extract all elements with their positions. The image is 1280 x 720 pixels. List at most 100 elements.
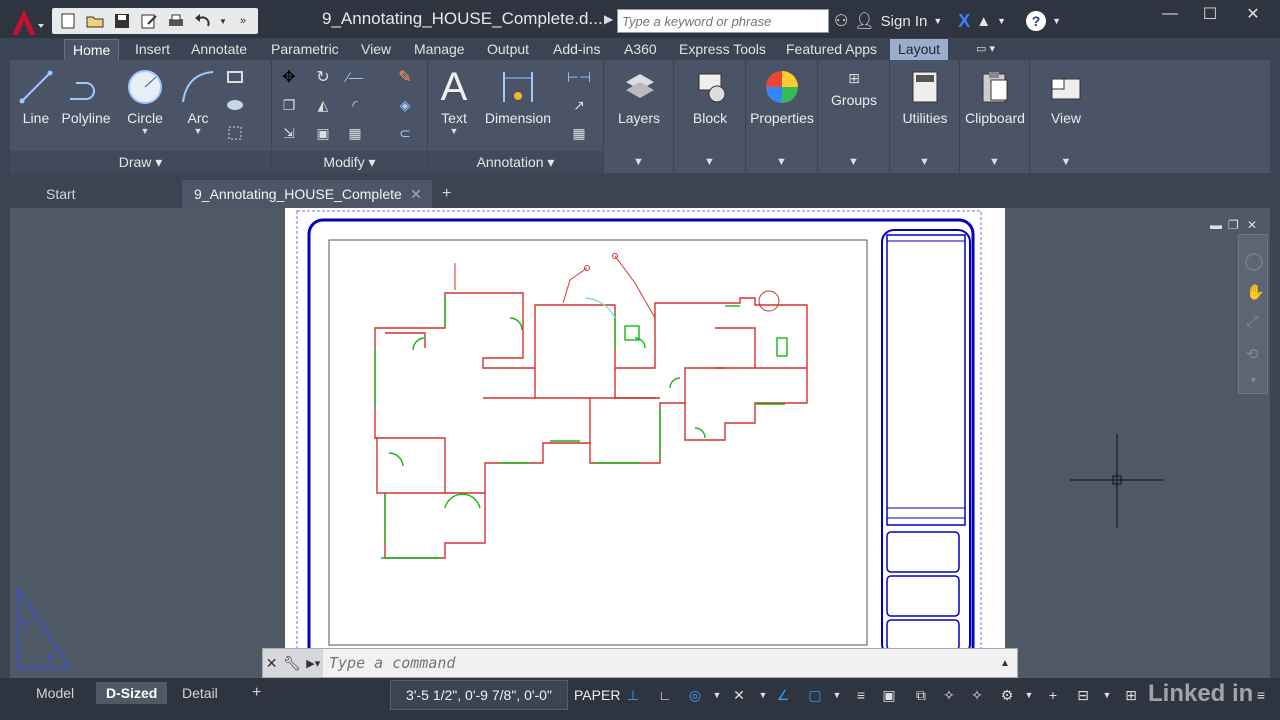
help-dropdown-icon[interactable]: ▼ <box>1052 16 1061 26</box>
close-tab-icon[interactable]: ✕ <box>410 180 422 208</box>
drawing-tab[interactable]: 9_Annotating_HOUSE_Complete ✕ <box>182 180 432 208</box>
ribbon-minimize-icon[interactable]: ▭ ▾ <box>968 39 1003 60</box>
object-snap-icon[interactable]: ▢ <box>804 684 826 706</box>
tab-view[interactable]: View <box>353 39 399 60</box>
a360-icon[interactable]: ▲ <box>976 13 991 30</box>
sign-in-dropdown-icon[interactable]: ▼ <box>933 16 942 26</box>
scale-icon[interactable]: ▣ <box>312 122 334 144</box>
modify-panel-title[interactable]: Modify ▾ <box>272 151 427 173</box>
rotate-icon[interactable]: ↻ <box>312 66 334 88</box>
tab-featured-apps[interactable]: Featured Apps <box>778 39 885 60</box>
osnap-dropdown-icon[interactable]: ▼ <box>826 684 848 706</box>
view-panel[interactable]: View ▼ <box>1032 60 1100 173</box>
workspace-gear-icon[interactable]: ⚙ <box>996 684 1018 706</box>
sign-in-link[interactable]: Sign In <box>881 13 928 30</box>
zoom-extents-icon[interactable]: ⤢ <box>1246 313 1258 330</box>
navbar-dropdown-icon[interactable]: ▼ <box>1249 375 1258 385</box>
cursor-coordinates[interactable]: 3'-5 1/2", 0'-9 7/8", 0'-0" <box>390 680 568 710</box>
isometric-drafting-icon[interactable]: ✕ <box>728 684 750 706</box>
polyline-button[interactable]: Polyline <box>58 64 114 126</box>
circle-dropdown-icon[interactable]: ▼ <box>120 126 170 136</box>
polar-tracking-icon[interactable]: ◎ <box>684 684 706 706</box>
recent-commands-icon[interactable]: ▶▾ <box>306 657 320 670</box>
units-icon[interactable]: ⊟ <box>1072 684 1094 706</box>
view-expand-icon[interactable]: ▼ <box>1032 151 1100 173</box>
viewport-restore-icon[interactable]: ❐ <box>1228 218 1239 232</box>
properties-panel[interactable]: Properties ▼ <box>746 60 818 173</box>
polar-dropdown-icon[interactable]: ▼ <box>706 684 728 706</box>
arc-button[interactable]: Arc ▼ <box>176 64 220 136</box>
maximize-button[interactable]: ☐ <box>1190 0 1230 28</box>
draw-panel-title[interactable]: Draw ▾ <box>10 151 271 173</box>
tab-insert[interactable]: Insert <box>127 39 178 60</box>
properties-expand-icon[interactable]: ▼ <box>746 151 817 173</box>
add-layout-plus-icon[interactable]: + <box>242 682 271 704</box>
linear-dimension-icon[interactable]: ⊢⊣ <box>567 66 591 88</box>
title-expand-icon[interactable]: ▶ <box>604 12 613 26</box>
text-button[interactable]: A Text ▼ <box>434 64 474 137</box>
copy-icon[interactable]: ❐ <box>278 94 300 116</box>
tab-parametric[interactable]: Parametric <box>263 39 347 60</box>
offset-icon[interactable]: ⊂ <box>394 122 416 144</box>
undo-dropdown-icon[interactable]: ▼ <box>218 10 228 32</box>
new-file-icon[interactable] <box>56 10 80 32</box>
annotation-visibility-icon[interactable]: ✧ <box>938 684 960 706</box>
groups-expand-icon[interactable]: ▼ <box>818 151 889 173</box>
save-icon[interactable] <box>110 10 134 32</box>
clipboard-expand-icon[interactable]: ▼ <box>960 151 1029 173</box>
save-as-icon[interactable] <box>137 10 161 32</box>
circle-button[interactable]: Circle ▼ <box>120 64 170 136</box>
close-window-button[interactable]: ✕ <box>1226 0 1280 28</box>
lineweight-icon[interactable]: ≡ <box>850 684 872 706</box>
quick-properties-icon[interactable]: ⊞ <box>1120 684 1142 706</box>
transparency-icon[interactable]: ▣ <box>878 684 900 706</box>
tab-layout[interactable]: Layout <box>890 39 949 60</box>
plot-printer-icon[interactable] <box>164 10 188 32</box>
tab-manage[interactable]: Manage <box>406 39 473 60</box>
object-snap-tracking-icon[interactable]: ∠ <box>772 684 794 706</box>
workspace-dropdown-icon[interactable]: ▼ <box>1018 684 1040 706</box>
viewport-close-icon[interactable]: ✕ <box>1247 218 1257 232</box>
hatch-icon[interactable] <box>224 94 246 116</box>
utilities-panel[interactable]: Utilities ▼ <box>890 60 960 173</box>
help-icon[interactable]: ? <box>1026 11 1047 31</box>
customize-status-menu-icon[interactable]: ≡ <box>1250 684 1272 706</box>
leader-icon[interactable]: ↗ <box>568 94 590 116</box>
trim-icon[interactable]: ⁄— <box>344 66 366 88</box>
command-input[interactable] <box>323 654 993 672</box>
rectangle-icon[interactable] <box>224 66 246 88</box>
help-search-box[interactable] <box>617 9 829 33</box>
new-tab-plus-icon[interactable]: + <box>430 180 463 208</box>
groups-panel[interactable]: ⊞ Groups ▼ <box>818 60 890 173</box>
minimize-button[interactable]: — <box>1150 0 1190 28</box>
fillet-icon[interactable]: ◜ <box>344 94 366 116</box>
tab-add-ins[interactable]: Add-ins <box>545 39 608 60</box>
exchange-apps-icon[interactable]: X <box>958 11 970 32</box>
start-tab[interactable]: Start <box>34 180 88 208</box>
table-icon[interactable]: ▦ <box>568 122 590 144</box>
boundary-icon[interactable] <box>224 122 246 144</box>
steering-wheel-icon[interactable] <box>1245 253 1263 271</box>
close-command-line-icon[interactable]: ✕ <box>266 655 278 672</box>
ortho-mode-icon[interactable]: ∟ <box>654 684 676 706</box>
help-search-input[interactable] <box>618 10 828 32</box>
units-dropdown-icon[interactable]: ▼ <box>1096 684 1118 706</box>
pan-hand-icon[interactable]: ✋ <box>1246 283 1265 301</box>
mirror-icon[interactable]: ◭ <box>312 94 334 116</box>
undo-icon[interactable] <box>191 10 215 32</box>
infer-constraints-icon[interactable]: ⊥ <box>622 684 644 706</box>
customize-qat-icon[interactable]: » <box>231 10 255 32</box>
annotation-monitor-plus-icon[interactable]: + <box>1042 684 1064 706</box>
tab-home[interactable]: Home <box>64 39 120 60</box>
application-menu-button[interactable] <box>6 6 46 38</box>
block-panel[interactable]: Block ▼ <box>674 60 746 173</box>
utilities-expand-icon[interactable]: ▼ <box>890 151 959 173</box>
dimension-button[interactable]: Dimension <box>480 64 556 126</box>
selection-cycling-icon[interactable]: ⧉ <box>910 684 932 706</box>
tab-output[interactable]: Output <box>479 39 537 60</box>
tab-annotate[interactable]: Annotate <box>183 39 255 60</box>
stay-connected-dropdown-icon[interactable]: ▼ <box>997 16 1006 26</box>
text-dropdown-icon[interactable]: ▼ <box>434 126 474 136</box>
drawing-canvas[interactable]: ▬ ❐ ✕ ✋ ⤢ ⟲ ▼ Y X <box>10 208 1270 678</box>
move-icon[interactable]: ✥ <box>278 66 300 88</box>
